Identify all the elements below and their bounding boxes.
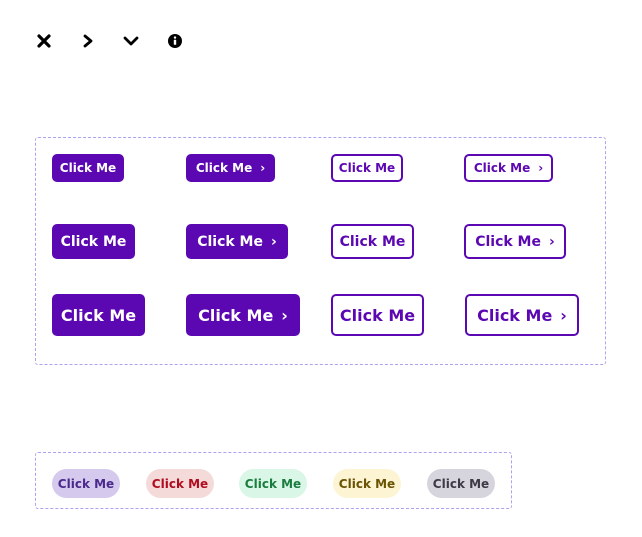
solid-small-chevron-button[interactable]: Click Me › (186, 154, 275, 182)
chevron-right-icon: › (281, 305, 288, 325)
button-label: Click Me (197, 233, 263, 250)
pill-label: Click Me (57, 476, 115, 491)
pill-label: Click Me (151, 476, 209, 491)
chevron-right-icon[interactable] (79, 32, 97, 50)
pill-label: Click Me (338, 476, 396, 491)
chevron-right-icon: › (560, 305, 567, 325)
solid-medium-button[interactable]: Click Me (52, 224, 135, 259)
pill-button-red[interactable]: Click Me (146, 469, 214, 498)
outline-large-button[interactable]: Click Me (331, 294, 424, 336)
button-label: Click Me (198, 305, 274, 325)
outline-small-button[interactable]: Click Me (331, 154, 403, 182)
chevron-right-icon: › (538, 161, 544, 175)
chevron-right-icon: › (271, 233, 277, 250)
button-label: Click Me (60, 305, 137, 325)
button-label: Click Me (477, 305, 553, 325)
close-icon[interactable] (35, 32, 53, 50)
button-label: Click Me (339, 305, 416, 325)
solid-large-button[interactable]: Click Me (52, 294, 145, 336)
pill-button-gray[interactable]: Click Me (427, 469, 495, 498)
pill-label: Click Me (244, 476, 302, 491)
button-label: Click Me (473, 161, 531, 175)
solid-large-chevron-button[interactable]: Click Me › (186, 294, 300, 336)
chevron-down-icon[interactable] (122, 32, 140, 50)
pill-button-green[interactable]: Click Me (239, 469, 307, 498)
pill-button-purple[interactable]: Click Me (52, 469, 120, 498)
button-label: Click Me (475, 233, 541, 250)
outline-large-chevron-button[interactable]: Click Me › (465, 294, 579, 336)
button-label: Click Me (195, 161, 253, 175)
chevron-right-icon: › (260, 161, 266, 175)
pill-button-yellow[interactable]: Click Me (333, 469, 401, 498)
button-label: Click Me (338, 161, 396, 175)
solid-small-button[interactable]: Click Me (52, 154, 124, 182)
chevron-right-icon: › (549, 233, 555, 250)
button-label: Click Me (59, 161, 117, 175)
info-icon[interactable] (166, 32, 184, 50)
button-label: Click Me (339, 233, 406, 250)
button-label: Click Me (60, 233, 127, 250)
outline-medium-chevron-button[interactable]: Click Me › (464, 224, 566, 259)
pill-label: Click Me (432, 476, 490, 491)
outline-small-chevron-button[interactable]: Click Me › (464, 154, 553, 182)
solid-medium-chevron-button[interactable]: Click Me › (186, 224, 288, 259)
outline-medium-button[interactable]: Click Me (331, 224, 414, 259)
